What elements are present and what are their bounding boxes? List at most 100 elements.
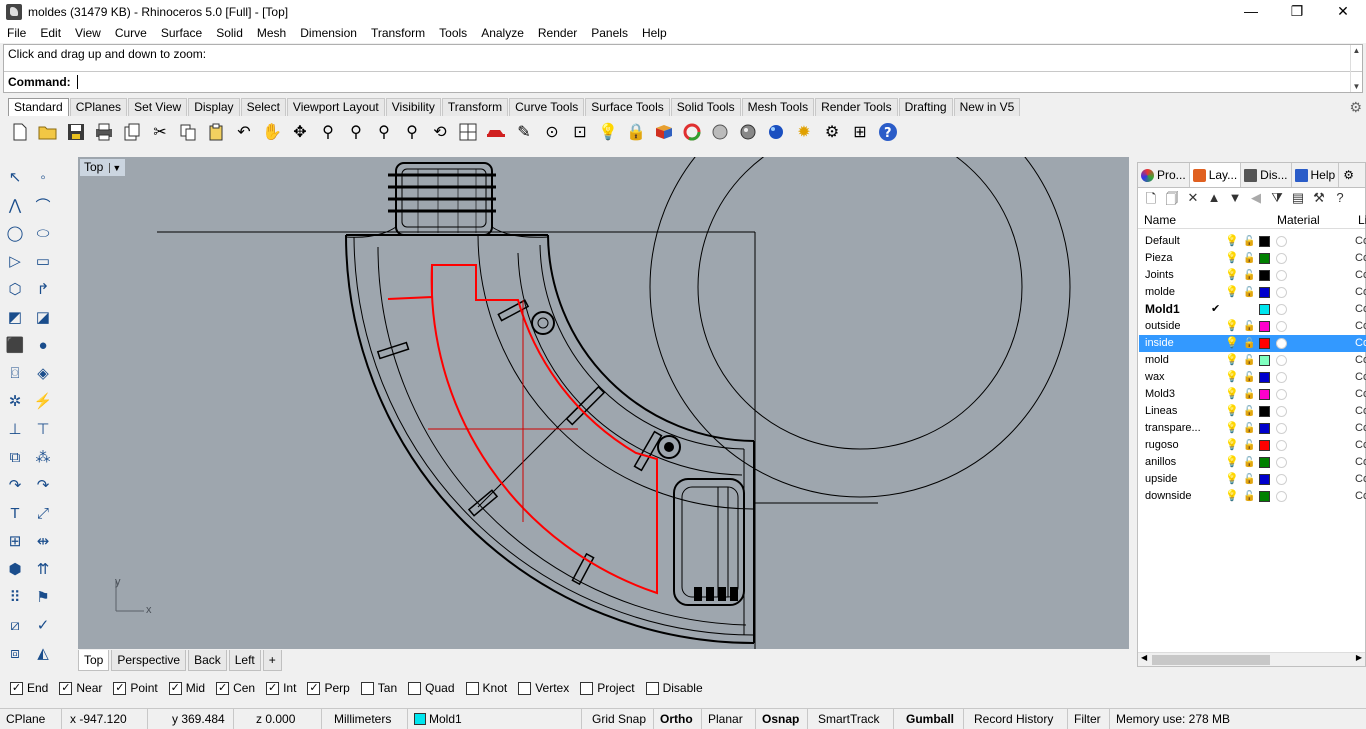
move-layer-parent-icon[interactable]: ◀ xyxy=(1247,190,1265,212)
visibility-bulb-icon[interactable]: 💡 xyxy=(1225,437,1239,454)
osnap-quad[interactable]: Quad xyxy=(408,681,455,695)
layer-material-icon[interactable] xyxy=(1276,423,1287,434)
layer-tools-hammer-icon[interactable]: ⚒ xyxy=(1310,190,1328,212)
unlock-icon[interactable]: 🔓 xyxy=(1243,386,1255,403)
unlock-icon[interactable]: 🔓 xyxy=(1243,369,1255,386)
osnap-point[interactable]: ✓ Point xyxy=(113,681,158,695)
move-layer-up-icon[interactable]: ▲ xyxy=(1205,190,1223,212)
unlock-icon[interactable]: 🔓 xyxy=(1243,335,1255,352)
planar-toggle[interactable]: Planar xyxy=(702,709,756,729)
unlock-icon[interactable]: 🔓 xyxy=(1243,352,1255,369)
layer-row-molde[interactable]: molde 💡🔓 Co xyxy=(1139,284,1366,301)
command-input[interactable] xyxy=(77,75,78,89)
layer-color-swatch[interactable] xyxy=(1259,321,1270,332)
add-viewport-tab-button[interactable]: + xyxy=(262,650,282,671)
panel-tab-layers[interactable]: Lay... xyxy=(1189,163,1242,187)
osnap-toggle[interactable]: Osnap xyxy=(756,709,808,729)
tab-transform[interactable]: Transform xyxy=(441,98,509,116)
paint-bucket-icon[interactable]: ◭ xyxy=(30,640,56,666)
layer-linetype[interactable]: Co xyxy=(1355,233,1366,250)
split-icon[interactable]: ⊥ xyxy=(2,416,28,442)
grid-snap-icon[interactable]: ⊞ xyxy=(846,119,874,145)
menu-view[interactable]: View xyxy=(68,26,108,40)
filter-toggle[interactable]: Filter xyxy=(1068,709,1110,729)
layer-material-icon[interactable] xyxy=(1276,372,1287,383)
polygon-icon[interactable]: ⬡ xyxy=(2,276,28,302)
visibility-bulb-icon[interactable]: 💡 xyxy=(1225,352,1239,369)
point-edit-icon[interactable]: ⊡ xyxy=(566,119,594,145)
layer-linetype[interactable]: Co xyxy=(1355,250,1366,267)
layer-color-swatch[interactable] xyxy=(1259,287,1270,298)
viewport-drawing[interactable] xyxy=(78,157,1129,649)
light-icon[interactable]: 💡 xyxy=(594,119,622,145)
unlock-icon[interactable]: 🔓 xyxy=(1243,250,1255,267)
layer-color-swatch[interactable] xyxy=(1259,338,1270,349)
layer-material-icon[interactable] xyxy=(1276,474,1287,485)
layer-material-icon[interactable] xyxy=(1276,457,1287,468)
visibility-bulb-icon[interactable]: 💡 xyxy=(1225,386,1239,403)
fillet-curve-icon[interactable]: ↱ xyxy=(30,276,56,302)
osnap-checkbox[interactable] xyxy=(408,681,422,695)
grid-snap-toggle[interactable]: Grid Snap xyxy=(582,709,654,729)
menu-render[interactable]: Render xyxy=(531,26,584,40)
select-arrow-icon[interactable]: ↖ xyxy=(2,164,28,190)
layer-row-mold3[interactable]: Mold3 💡🔓 Co xyxy=(1139,386,1366,403)
dimension-icon[interactable]: ⤢ xyxy=(30,500,56,526)
undo-icon[interactable]: ↶ xyxy=(230,119,258,145)
visibility-bulb-icon[interactable]: 💡 xyxy=(1225,420,1239,437)
help-icon[interactable]: ? xyxy=(874,119,902,145)
open-folder-icon[interactable] xyxy=(34,119,62,145)
osnap-end[interactable]: ✓ End xyxy=(10,681,48,695)
trim-icon[interactable]: ⚡ xyxy=(30,388,56,414)
layer-row-pieza[interactable]: Pieza 💡🔓 Co xyxy=(1139,250,1366,267)
visibility-bulb-icon[interactable]: 💡 xyxy=(1225,233,1239,250)
unlock-icon[interactable]: 🔓 xyxy=(1243,454,1255,471)
panel-tab-properties[interactable]: Pro... xyxy=(1138,163,1190,187)
ellipse-icon[interactable]: ⬭ xyxy=(30,220,56,246)
top-viewport[interactable]: Top ▼ y x xyxy=(78,157,1129,649)
new-layer-icon[interactable]: 🗋 xyxy=(1142,190,1160,212)
osnap-knot[interactable]: Knot xyxy=(465,681,507,695)
zoom-selected-icon[interactable]: ⚲ xyxy=(398,119,426,145)
osnap-mid[interactable]: ✓ Mid xyxy=(168,681,205,695)
sphere-icon[interactable]: ● xyxy=(30,332,56,358)
layer-material-icon[interactable] xyxy=(1276,355,1287,366)
osnap-checkbox[interactable]: ✓ xyxy=(10,681,23,695)
layer-linetype[interactable]: Co xyxy=(1355,437,1366,454)
panel-tab-help[interactable]: Help xyxy=(1292,163,1340,187)
layer-linetype[interactable]: Co xyxy=(1355,318,1366,335)
osnap-checkbox[interactable]: ✓ xyxy=(113,681,127,695)
osnap-disable[interactable]: Disable xyxy=(645,681,703,695)
tab-solid-tools[interactable]: Solid Tools xyxy=(670,98,741,116)
menu-surface[interactable]: Surface xyxy=(154,26,209,40)
tab-select[interactable]: Select xyxy=(240,98,286,116)
history-icon[interactable]: ⚑ xyxy=(30,584,56,610)
layer-row-joints[interactable]: Joints 💡🔓 Co xyxy=(1139,267,1366,284)
surface-corner-icon[interactable]: ◩ xyxy=(2,304,28,330)
visibility-bulb-icon[interactable]: 💡 xyxy=(1225,284,1239,301)
visibility-bulb-icon[interactable]: 💡 xyxy=(1225,318,1239,335)
record-history-toggle[interactable]: Record History xyxy=(964,709,1068,729)
layer-help-icon[interactable]: ? xyxy=(1331,190,1349,212)
box-icon[interactable]: ⬛ xyxy=(2,332,28,358)
osnap-near[interactable]: ✓ Near xyxy=(59,681,102,695)
osnap-checkbox[interactable] xyxy=(518,681,532,695)
rotate-3d-icon[interactable]: ⟲ xyxy=(426,119,454,145)
visibility-bulb-icon[interactable]: 💡 xyxy=(1225,471,1239,488)
osnap-checkbox[interactable]: ✓ xyxy=(307,681,321,695)
curve-cv-icon[interactable]: ⌒ xyxy=(30,192,56,218)
scroll-thumb[interactable] xyxy=(1152,655,1270,665)
status-units[interactable]: Millimeters xyxy=(322,709,408,729)
osnap-cen[interactable]: ✓ Cen xyxy=(216,681,255,695)
unlock-icon[interactable]: 🔓 xyxy=(1243,284,1255,301)
layer-material-icon[interactable] xyxy=(1276,236,1287,247)
explode-icon[interactable]: ✲ xyxy=(2,388,28,414)
layer-material-icon[interactable] xyxy=(1276,406,1287,417)
layer-linetype[interactable]: Co xyxy=(1355,335,1366,352)
layer-row-anillos[interactable]: anillos 💡🔓 Co xyxy=(1139,454,1366,471)
filter-icon[interactable]: ⧩ xyxy=(1268,190,1286,212)
solid-box-icon[interactable]: ⬢ xyxy=(2,556,28,582)
viewport-menu-chevron-down-icon[interactable]: ▼ xyxy=(109,163,122,173)
fillet-edge-icon[interactable]: ↷ xyxy=(30,472,56,498)
paste-icon[interactable] xyxy=(202,119,230,145)
